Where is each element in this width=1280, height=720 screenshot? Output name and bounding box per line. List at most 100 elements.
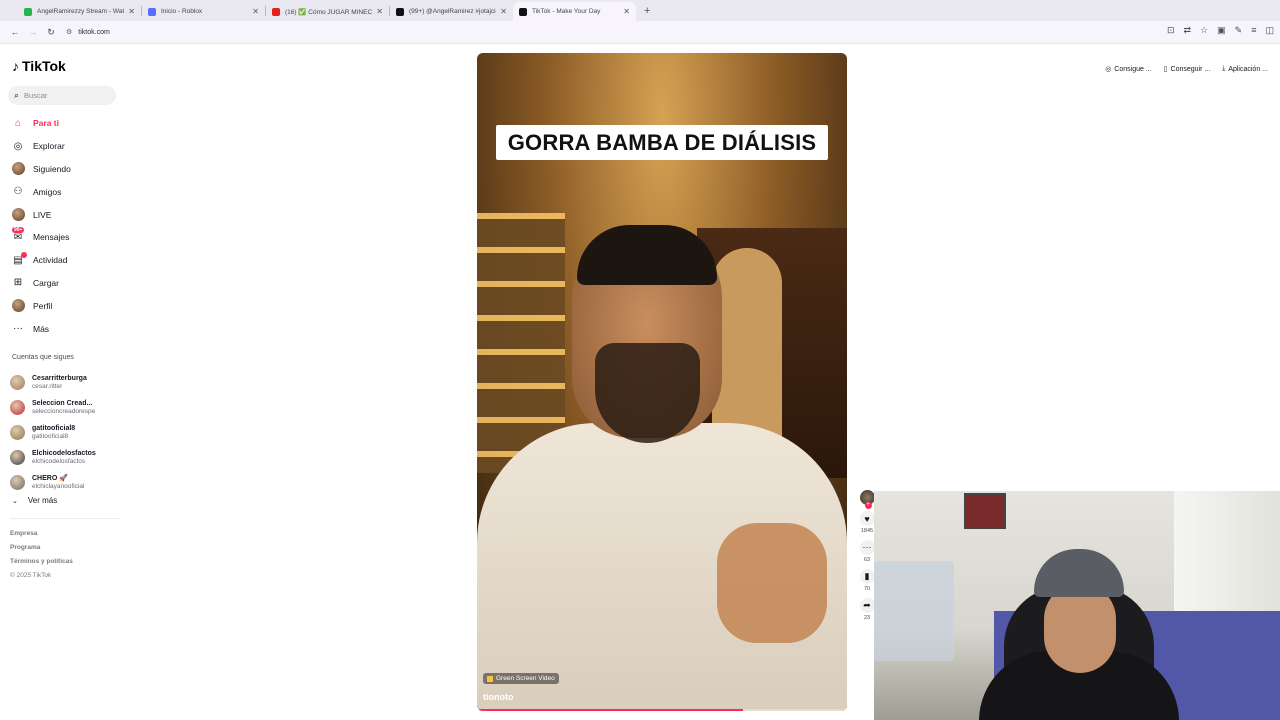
video-progress-bar[interactable] <box>477 709 847 711</box>
action-count: 63 <box>863 557 871 563</box>
account-name: CHERO 🚀 <box>32 474 68 482</box>
webcam-box <box>874 561 954 661</box>
upload-icon: ⊞ <box>13 277 23 289</box>
account-username: gatitooficial8 <box>32 432 69 440</box>
header-button[interactable]: ▯ Conseguir ... <box>1163 65 1211 74</box>
bookmark-icon[interactable]: ▮ <box>859 569 875 584</box>
see-more-button[interactable]: ⌄ Ver más <box>12 496 57 505</box>
footer-link[interactable]: Empresa <box>10 530 73 544</box>
browser-extensions: ⊡ ⇄ ☆ ▣ ✎ ≡ ◫ <box>1167 25 1274 36</box>
header-button[interactable]: ◎ Consigue ... <box>1105 65 1151 74</box>
sidebar-item-más[interactable]: ··· Más <box>10 317 71 340</box>
following-account[interactable]: Elchicodelosfactos elchicodelosfactos <box>10 445 96 470</box>
following-account[interactable]: Seleccion Cread... seleccioncreadorespe <box>10 395 96 420</box>
sidebar-item-explorar[interactable]: ◎ Explorar <box>10 135 71 158</box>
search-placeholder: Buscar <box>24 91 48 100</box>
bookmark-star-icon[interactable]: ☆ <box>1200 25 1208 36</box>
messages-badge: 99+ <box>12 226 25 233</box>
close-tab-icon[interactable]: ✕ <box>500 7 507 16</box>
follow-plus-icon[interactable]: + <box>864 502 872 509</box>
following-account[interactable]: CHERO 🚀 elchiclayanooficial <box>10 470 96 495</box>
comment-icon[interactable]: ⋯ <box>859 540 875 555</box>
webcam-poster <box>964 493 1006 529</box>
media-icon[interactable]: ≡ <box>1251 25 1256 36</box>
video-player[interactable]: GORRA BAMBA DE DIÁLISIS Green Screen Vid… <box>477 53 847 711</box>
browser-tab[interactable]: AngelRamirezzy Stream - Watc ✕ <box>18 2 141 21</box>
new-tab-button[interactable]: + <box>644 5 650 17</box>
forward-icon[interactable]: → <box>24 27 42 37</box>
tab-title: (16) ✅ Cómo JUGAR MINECR <box>285 8 373 16</box>
sidebar-item-label: Mensajes <box>33 232 70 243</box>
back-icon[interactable]: ← <box>6 27 24 37</box>
close-tab-icon[interactable]: ✕ <box>128 7 135 16</box>
following-section-title: Cuentas que sigues <box>12 354 74 361</box>
sidebar-item-label: Siguiendo <box>33 163 71 174</box>
browser-tab-strip: AngelRamirezzy Stream - Watc ✕ Inicio - Ro… <box>0 0 1280 21</box>
avatar <box>10 475 25 490</box>
action-count: 1845 <box>860 528 874 534</box>
logo-text: TikTok <box>22 58 66 74</box>
install-app-icon[interactable]: ⊡ <box>1167 25 1175 36</box>
puzzle-icon[interactable]: ◫ <box>1265 25 1274 36</box>
close-tab-icon[interactable]: ✕ <box>623 7 630 16</box>
share-icon[interactable]: ➦ <box>859 598 875 613</box>
header-button[interactable]: ⤓ Aplicación ... <box>1222 65 1268 73</box>
tab-title: TikTok - Make Your Day <box>532 8 601 15</box>
avatar <box>10 400 25 415</box>
tiktok-logo[interactable]: ♪ TikTok <box>12 58 66 74</box>
coin-icon: ◎ <box>1105 66 1112 73</box>
heart-icon[interactable]: ♥ <box>859 511 875 526</box>
reload-icon[interactable]: ↻ <box>42 27 60 38</box>
sidebar-item-amigos[interactable]: ⚇ Amigos <box>10 180 71 203</box>
profile-icon <box>10 299 26 313</box>
tiktok-note-icon: ♪ <box>12 58 19 74</box>
header-button-label: Aplicación ... <box>1228 65 1268 73</box>
footer-link[interactable]: Términos y políticas <box>10 558 73 572</box>
search-input[interactable]: ⌕ Buscar <box>8 86 116 105</box>
video-progress-fill <box>477 709 744 711</box>
translate-icon[interactable]: ⇄ <box>1184 25 1192 36</box>
sidebar-item-mensajes[interactable]: ✉ 99+ Mensajes <box>10 226 71 249</box>
tab-title: (99+) @AngelRamirez #jotajcid <box>409 8 497 15</box>
browser-tab[interactable]: (99+) @AngelRamirez #jotajcid ✕ <box>390 2 513 21</box>
tablet-icon: ▯ <box>1163 66 1168 73</box>
close-tab-icon[interactable]: ✕ <box>376 7 383 16</box>
video-person-hair <box>577 225 717 285</box>
header-actions: ◎ Consigue ... ▯ Conseguir ... ⤓ Aplicación .… <box>1105 65 1268 73</box>
account-username: seleccioncreadorespe <box>32 407 96 415</box>
webcam-overlay <box>874 491 1280 720</box>
effect-tag[interactable]: Green Screen Video <box>483 673 559 684</box>
address-bar[interactable]: ⚙ tiktok.com <box>66 23 1106 41</box>
video-background-arch <box>712 248 782 448</box>
sidebar-item-cargar[interactable]: ⊞ Cargar <box>10 272 71 295</box>
close-tab-icon[interactable]: ✕ <box>252 7 259 16</box>
sidebar-item-label: Para ti <box>33 118 59 129</box>
following-account[interactable]: gatitooficial8 gatitooficial8 <box>10 420 96 445</box>
download-icon: ⤓ <box>1222 65 1226 72</box>
effect-icon <box>487 675 493 682</box>
account-name: Elchicodelosfactos <box>32 449 96 457</box>
sidebar-item-label: LIVE <box>33 209 52 220</box>
site-info-icon[interactable]: ⚙ <box>66 28 72 36</box>
copyright: © 2025 TikTok <box>10 572 52 579</box>
browser-tab[interactable]: Inicio - Roblox ✕ <box>142 2 265 21</box>
sidebar-item-perfil[interactable]: Perfil <box>10 294 71 317</box>
tab-title: Inicio - Roblox <box>161 8 203 15</box>
following-account[interactable]: Cesarritterburga cesar.ritter <box>10 370 96 395</box>
browser-tab[interactable]: (16) ✅ Cómo JUGAR MINECR ✕ <box>266 2 389 21</box>
extension-icon-2[interactable]: ✎ <box>1235 25 1243 36</box>
sidebar-item-para-ti[interactable]: ⌂ Para ti <box>10 112 71 135</box>
sidebar-item-label: Amigos <box>33 186 62 197</box>
sidebar-item-actividad[interactable]: ▤ Actividad <box>10 249 71 272</box>
extension-icon[interactable]: ▣ <box>1217 25 1226 36</box>
sidebar-item-live[interactable]: LIVE <box>10 203 71 226</box>
footer-link[interactable]: Programa <box>10 544 73 558</box>
video-author[interactable]: tionoto <box>483 692 514 702</box>
sidebar-item-siguiendo[interactable]: Siguiendo <box>10 158 71 181</box>
avatar <box>10 425 25 440</box>
creator-avatar[interactable]: + <box>859 490 875 509</box>
account-name: Seleccion Cread... <box>32 399 93 407</box>
tab-title: AngelRamirezzy Stream - Watc <box>37 8 125 15</box>
browser-tab[interactable]: TikTok - Make Your Day ✕ <box>513 2 636 21</box>
action-count: 70 <box>863 586 871 592</box>
